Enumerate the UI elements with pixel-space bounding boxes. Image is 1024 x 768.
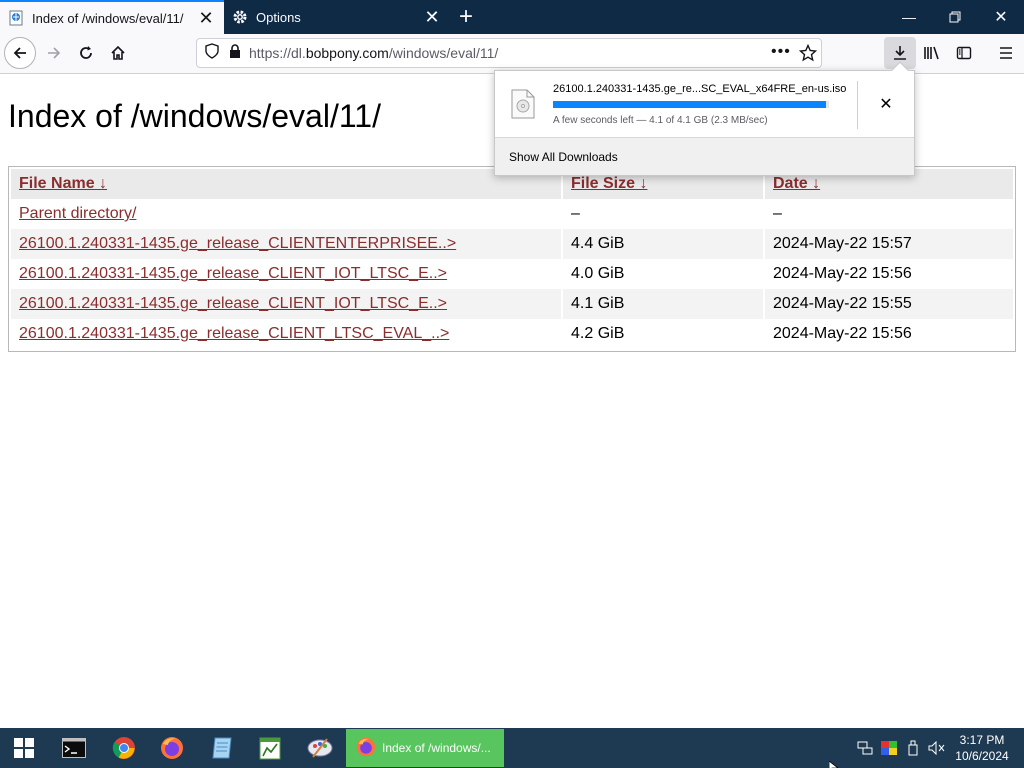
firefox-icon	[356, 737, 376, 760]
home-button[interactable]	[102, 37, 134, 69]
library-icon[interactable]	[916, 37, 948, 69]
clock-date: 10/6/2024	[955, 749, 1009, 763]
mouse-cursor	[828, 758, 839, 768]
table-row: 26100.1.240331-1435.ge_release_CLIENT_IO…	[11, 259, 1013, 289]
file-size: 4.1 GiB	[571, 295, 625, 312]
forward-button[interactable]	[38, 37, 70, 69]
cancel-download-button[interactable]: ✕	[871, 89, 901, 119]
parent-directory-link[interactable]: Parent directory/	[19, 205, 136, 223]
navigation-toolbar: https://dl.bobpony.com/windows/eval/11/ …	[0, 34, 1024, 74]
close-window-button[interactable]: ✕	[978, 0, 1024, 34]
network-icon[interactable]	[854, 728, 876, 768]
taskbar-firefox-window[interactable]: Index of /windows/...	[346, 729, 504, 767]
chrome-icon[interactable]	[100, 728, 148, 768]
file-date: 2024-May-22 15:56	[773, 325, 912, 342]
minimize-button[interactable]: —	[886, 0, 932, 34]
menu-hamburger-icon[interactable]	[990, 37, 1022, 69]
tab-title: Index of /windows/eval/11/	[32, 10, 184, 26]
file-size: 4.4 GiB	[571, 235, 625, 252]
file-link[interactable]: 26100.1.240331-1435.ge_release_CLIENTENT…	[19, 235, 456, 253]
url-text: https://dl.bobpony.com/windows/eval/11/	[249, 45, 499, 61]
table-row: 26100.1.240331-1435.ge_release_CLIENT_LT…	[11, 319, 1013, 349]
shield-icon[interactable]	[205, 42, 219, 64]
tab-options[interactable]: Options ✕	[224, 0, 450, 34]
taskbar: Index of /windows/... 3:17 PM 10/6/2024	[0, 728, 1024, 768]
page-title: Index of /windows/eval/11/	[8, 98, 381, 134]
sort-by-size-link[interactable]: File Size ↓	[571, 175, 647, 193]
tab-title: Options	[256, 9, 301, 25]
column-divider	[763, 169, 765, 349]
table-row: 26100.1.240331-1435.ge_release_CLIENT_IO…	[11, 289, 1013, 319]
divider	[857, 81, 858, 129]
chart-app-icon[interactable]	[246, 728, 294, 768]
address-bar[interactable]: https://dl.bobpony.com/windows/eval/11/ …	[196, 38, 822, 68]
file-date: 2024-May-22 15:56	[773, 265, 912, 282]
download-status: A few seconds left — 4.1 of 4.1 GB (2.3 …	[553, 115, 768, 126]
sort-by-date-link[interactable]: Date ↓	[773, 175, 820, 193]
download-filename: 26100.1.240331-1435.ge_re...SC_EVAL_x64F…	[553, 83, 847, 95]
file-link[interactable]: 26100.1.240331-1435.ge_release_CLIENT_IO…	[19, 265, 447, 283]
tab-index[interactable]: Index of /windows/eval/11/ ✕	[0, 0, 224, 34]
downloads-panel: 26100.1.240331-1435.ge_re...SC_EVAL_x64F…	[494, 61, 915, 176]
bookmark-star-icon[interactable]	[798, 43, 818, 67]
download-item[interactable]: 26100.1.240331-1435.ge_re...SC_EVAL_x64F…	[495, 71, 914, 137]
iso-file-icon	[511, 89, 535, 119]
windows-start-icon[interactable]	[0, 728, 48, 768]
reload-button[interactable]	[70, 37, 102, 69]
paint-app-icon[interactable]	[296, 728, 344, 768]
system-clock[interactable]: 3:17 PM 10/6/2024	[950, 732, 1014, 764]
page-icon	[8, 10, 24, 26]
close-tab-icon[interactable]: ✕	[420, 5, 444, 29]
new-tab-button[interactable]: +	[452, 3, 480, 31]
table-row: 26100.1.240331-1435.ge_release_CLIENTENT…	[11, 229, 1013, 259]
file-link[interactable]: 26100.1.240331-1435.ge_release_CLIENT_IO…	[19, 295, 447, 313]
show-all-downloads-button[interactable]: Show All Downloads	[495, 137, 914, 175]
clock-time: 3:17 PM	[959, 733, 1005, 747]
file-size: 4.0 GiB	[571, 265, 625, 282]
lock-icon[interactable]	[229, 43, 241, 63]
file-link[interactable]: 26100.1.240331-1435.ge_release_CLIENT_LT…	[19, 325, 449, 343]
download-progress-bar	[553, 101, 829, 108]
firefox-icon[interactable]	[148, 728, 196, 768]
download-progress-fill	[553, 101, 827, 108]
color-app-icon[interactable]	[878, 728, 900, 768]
file-date: –	[773, 205, 782, 222]
gear-icon	[232, 9, 248, 25]
sidebar-icon[interactable]	[948, 37, 980, 69]
terminal-icon[interactable]	[50, 728, 98, 768]
page-actions-icon[interactable]: •••	[771, 43, 791, 61]
file-size: 4.2 GiB	[571, 325, 625, 342]
taskbar-window-title: Index of /windows/...	[382, 741, 491, 755]
usb-device-icon[interactable]	[902, 728, 924, 768]
file-date: 2024-May-22 15:57	[773, 235, 912, 252]
notepad-icon[interactable]	[198, 728, 246, 768]
file-size: –	[571, 205, 580, 222]
volume-muted-icon[interactable]	[926, 728, 948, 768]
tab-strip: Index of /windows/eval/11/ ✕ Options ✕ +…	[0, 0, 1024, 34]
file-listing-table: File Name ↓ File Size ↓ Date ↓ Parent di…	[8, 166, 1016, 352]
sort-by-name-link[interactable]: File Name ↓	[19, 175, 107, 193]
column-divider	[561, 169, 563, 349]
back-button[interactable]	[4, 37, 36, 69]
table-row: Parent directory/ – –	[11, 199, 1013, 229]
close-tab-icon[interactable]: ✕	[194, 6, 218, 30]
file-date: 2024-May-22 15:55	[773, 295, 912, 312]
restore-button[interactable]	[932, 0, 978, 34]
